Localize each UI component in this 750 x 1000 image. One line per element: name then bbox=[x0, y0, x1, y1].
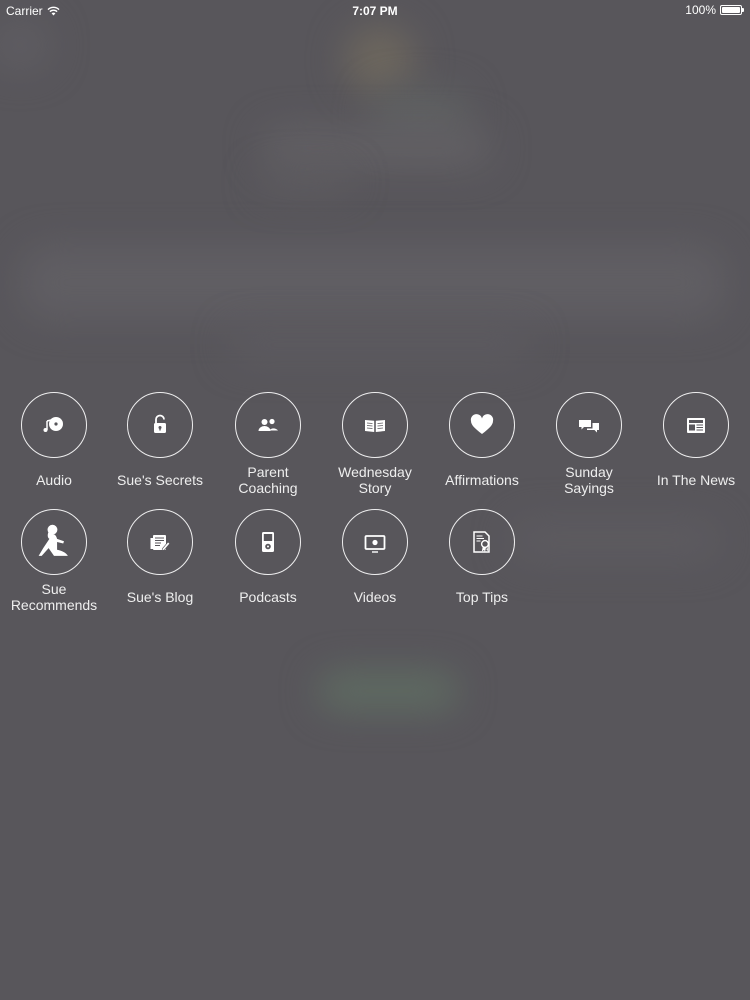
sitting-woman-icon bbox=[38, 524, 68, 556]
menu-item-sunday-sayings[interactable]: Sunday Sayings bbox=[539, 392, 639, 496]
menu-item-affirmations[interactable]: Affirmations bbox=[432, 392, 532, 496]
menu-item-sues-secrets[interactable]: Sue's Secrets bbox=[110, 392, 210, 496]
menu-item-circle[interactable] bbox=[21, 509, 87, 575]
menu-item-label: Audio bbox=[36, 472, 72, 488]
menu-item-label: Top Tips bbox=[455, 589, 509, 605]
menu-item-label: Sue's Blog bbox=[126, 589, 194, 605]
newspaper-icon bbox=[687, 418, 705, 433]
menu-item-circle[interactable] bbox=[127, 392, 193, 458]
menu-item-top-tips[interactable]: Top Tips bbox=[432, 509, 532, 613]
menu-item-circle[interactable] bbox=[663, 392, 729, 458]
status-battery-group: 100% bbox=[685, 3, 744, 17]
blurred-paragraph-end bbox=[230, 330, 530, 360]
blurred-avatar bbox=[345, 25, 415, 95]
menu-item-label: Sue Recommends bbox=[10, 581, 98, 613]
menu-item-label: Sunday Sayings bbox=[564, 464, 614, 496]
menu-item-label: Wednesday Story bbox=[338, 464, 412, 496]
certificate-icon bbox=[473, 531, 490, 553]
menu-item-circle[interactable] bbox=[235, 509, 301, 575]
chat-bubbles-icon bbox=[579, 420, 599, 433]
blurred-side-text bbox=[510, 520, 720, 560]
menu-item-sues-blog[interactable]: Sue's Blog bbox=[110, 509, 210, 613]
menu-item-sue-recommends[interactable]: Sue Recommends bbox=[4, 509, 104, 613]
blurred-subtitle bbox=[260, 172, 350, 192]
menu-item-circle[interactable] bbox=[21, 392, 87, 458]
open-book-icon bbox=[365, 420, 385, 432]
music-disc-icon bbox=[43, 417, 63, 432]
blurred-paragraph bbox=[20, 245, 725, 320]
menu-item-label: Sue's Secrets bbox=[117, 472, 203, 488]
menu-item-circle[interactable] bbox=[342, 509, 408, 575]
blog-post-icon bbox=[150, 535, 171, 551]
padlock-icon bbox=[154, 414, 166, 433]
battery-fill bbox=[722, 7, 740, 13]
battery-icon bbox=[720, 5, 744, 15]
menu-item-circle[interactable] bbox=[127, 509, 193, 575]
menu-item-circle[interactable] bbox=[235, 392, 301, 458]
menu-item-label: In The News bbox=[656, 472, 736, 488]
menu-item-label: Affirmations bbox=[445, 472, 519, 488]
battery-percent: 100% bbox=[685, 3, 716, 17]
menu-item-label: Podcasts bbox=[239, 589, 297, 605]
menu-item-podcasts[interactable]: Podcasts bbox=[218, 509, 318, 613]
heart-icon bbox=[470, 414, 494, 434]
status-time: 7:07 PM bbox=[352, 4, 398, 18]
people-icon bbox=[258, 418, 278, 431]
status-bar: Carrier 7:07 PM 100% bbox=[0, 0, 750, 22]
menu-item-in-the-news[interactable]: In The News bbox=[646, 392, 746, 496]
menu-item-videos[interactable]: Videos bbox=[325, 509, 425, 613]
menu-item-circle[interactable] bbox=[556, 392, 622, 458]
blurred-background bbox=[0, 0, 750, 1000]
menu-item-circle[interactable] bbox=[342, 392, 408, 458]
menu-item-circle[interactable] bbox=[449, 392, 515, 458]
menu-item-circle[interactable] bbox=[449, 509, 515, 575]
blurred-menu-button bbox=[0, 20, 50, 70]
menu-item-audio[interactable]: Audio bbox=[4, 392, 104, 496]
menu-item-label: Videos bbox=[353, 589, 397, 605]
video-screen-icon bbox=[364, 535, 386, 553]
blurred-title bbox=[262, 128, 492, 168]
ipod-icon bbox=[262, 532, 274, 552]
menu-item-wednesday-story[interactable]: Wednesday Story bbox=[325, 392, 425, 496]
blurred-action-button bbox=[318, 672, 458, 710]
menu-item-parent-coaching[interactable]: Parent Coaching bbox=[218, 392, 318, 496]
menu-item-label: Parent Coaching bbox=[238, 464, 298, 496]
